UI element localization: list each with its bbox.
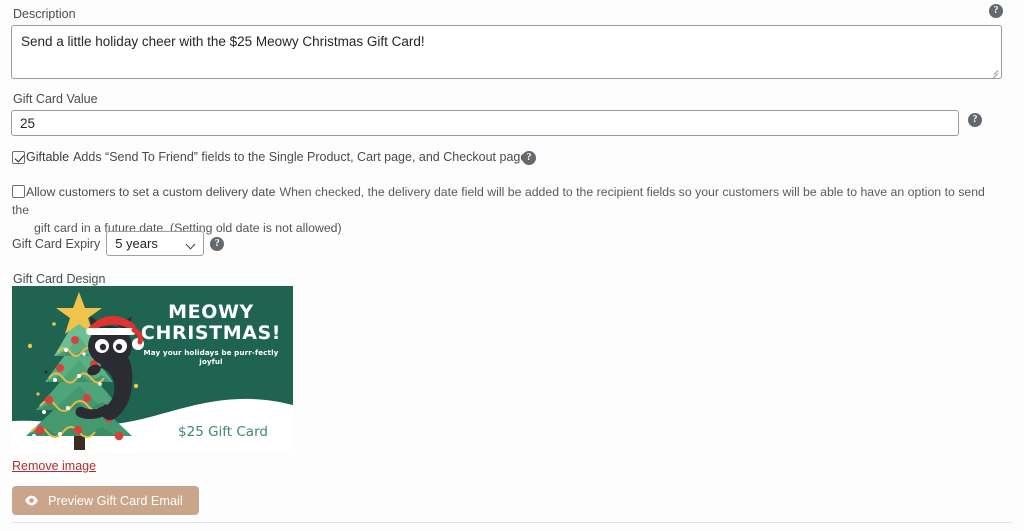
giftable-help-icon[interactable]: ? bbox=[522, 151, 536, 165]
preview-gift-card-email-button[interactable]: Preview Gift Card Email bbox=[12, 486, 199, 515]
gift-card-subtitle: May your holidays be purr-fectly joyful bbox=[143, 348, 279, 366]
giftable-row: Giftable Adds “Send To Friend” fields to… bbox=[12, 150, 531, 164]
gift-card-expiry-label: Gift Card Expiry bbox=[12, 236, 101, 251]
description-field-group: Description Send a little holiday cheer … bbox=[11, 6, 1013, 79]
gift-card-expiry-help-icon[interactable]: ? bbox=[210, 236, 225, 251]
description-help-icon[interactable]: ? bbox=[989, 4, 1003, 18]
textarea-resize-handle[interactable] bbox=[988, 65, 999, 78]
delivery-date-label: Allow customers to set a custom delivery… bbox=[26, 185, 276, 199]
delivery-date-checkbox[interactable] bbox=[12, 185, 25, 198]
eye-icon bbox=[25, 495, 38, 506]
bottom-divider bbox=[12, 522, 1012, 523]
giftable-checkbox[interactable] bbox=[12, 151, 25, 164]
gift-card-value-text: 25 bbox=[20, 116, 36, 131]
gift-card-title-line2: CHRISTMAS! bbox=[140, 322, 282, 344]
gift-card-expiry-row: Gift Card Expiry 5 years ? bbox=[12, 231, 225, 256]
gift-card-amount: $25 Gift Card bbox=[178, 424, 268, 440]
gift-card-value-group: Gift Card Value 25 bbox=[11, 91, 959, 136]
gift-card-settings-panel: Description Send a little holiday cheer … bbox=[0, 0, 1024, 531]
delivery-date-row: Allow customers to set a custom delivery… bbox=[12, 183, 1002, 237]
christmas-tree-cat-illustration bbox=[26, 292, 144, 450]
description-textarea[interactable]: Send a little holiday cheer with the $25… bbox=[11, 25, 1002, 79]
gift-card-value-help-icon[interactable]: ? bbox=[968, 113, 982, 127]
gift-card-expiry-selected-value: 5 years bbox=[115, 236, 158, 251]
gift-card-title-line1: MEOWY bbox=[168, 301, 254, 323]
giftable-description: Adds “Send To Friend” fields to the Sing… bbox=[73, 150, 531, 164]
description-label: Description bbox=[13, 7, 76, 21]
gift-card-design-image[interactable]: MEOWY CHRISTMAS! May your holidays be pu… bbox=[12, 286, 293, 453]
gift-card-value-label: Gift Card Value bbox=[13, 92, 98, 106]
remove-image-link[interactable]: Remove image bbox=[12, 459, 96, 473]
giftable-label: Giftable bbox=[26, 150, 70, 164]
gift-card-value-input[interactable]: 25 bbox=[11, 110, 959, 136]
chevron-down-icon bbox=[185, 239, 196, 250]
description-textarea-value: Send a little holiday cheer with the $25… bbox=[21, 34, 425, 49]
gift-card-design-label: Gift Card Design bbox=[13, 272, 106, 286]
gift-card-title: MEOWY CHRISTMAS! bbox=[136, 302, 286, 344]
gift-card-expiry-select[interactable]: 5 years bbox=[106, 231, 205, 256]
preview-gift-card-email-label: Preview Gift Card Email bbox=[48, 493, 183, 508]
